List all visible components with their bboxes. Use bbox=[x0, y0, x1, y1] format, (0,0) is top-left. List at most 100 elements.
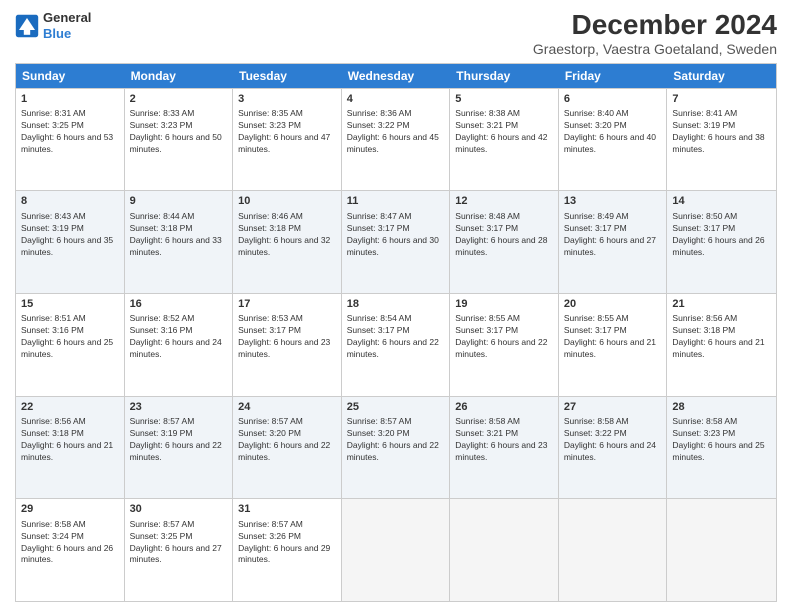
day-cell-30: 30 Sunrise: 8:57 AM Sunset: 3:25 PM Dayl… bbox=[125, 499, 234, 601]
daylight-label: Daylight: 6 hours and 27 minutes. bbox=[564, 235, 656, 257]
day-number: 9 bbox=[130, 194, 228, 209]
day-number: 14 bbox=[672, 194, 771, 209]
day-cell-19: 19 Sunrise: 8:55 AM Sunset: 3:17 PM Dayl… bbox=[450, 294, 559, 396]
day-number: 2 bbox=[130, 92, 228, 107]
sunrise-label: Sunrise: 8:58 AM bbox=[672, 416, 737, 426]
daylight-label: Daylight: 6 hours and 45 minutes. bbox=[347, 132, 439, 154]
sunrise-label: Sunrise: 8:33 AM bbox=[130, 108, 195, 118]
sunset-label: Sunset: 3:17 PM bbox=[455, 325, 518, 335]
sunset-label: Sunset: 3:23 PM bbox=[672, 428, 735, 438]
day-cell-6: 6 Sunrise: 8:40 AM Sunset: 3:20 PM Dayli… bbox=[559, 89, 668, 191]
daylight-label: Daylight: 6 hours and 22 minutes. bbox=[238, 440, 330, 462]
daylight-label: Daylight: 6 hours and 21 minutes. bbox=[21, 440, 113, 462]
day-cell-15: 15 Sunrise: 8:51 AM Sunset: 3:16 PM Dayl… bbox=[16, 294, 125, 396]
day-number: 3 bbox=[238, 92, 336, 107]
header-day-wednesday: Wednesday bbox=[342, 64, 451, 88]
daylight-label: Daylight: 6 hours and 21 minutes. bbox=[672, 337, 764, 359]
sunset-label: Sunset: 3:17 PM bbox=[564, 223, 627, 233]
daylight-label: Daylight: 6 hours and 23 minutes. bbox=[238, 337, 330, 359]
day-cell-12: 12 Sunrise: 8:48 AM Sunset: 3:17 PM Dayl… bbox=[450, 191, 559, 293]
day-cell-26: 26 Sunrise: 8:58 AM Sunset: 3:21 PM Dayl… bbox=[450, 397, 559, 499]
day-number: 27 bbox=[564, 400, 662, 415]
day-number: 12 bbox=[455, 194, 553, 209]
sunrise-label: Sunrise: 8:57 AM bbox=[130, 416, 195, 426]
sunrise-label: Sunrise: 8:58 AM bbox=[564, 416, 629, 426]
week-row-1: 1 Sunrise: 8:31 AM Sunset: 3:25 PM Dayli… bbox=[16, 88, 776, 191]
day-number: 18 bbox=[347, 297, 445, 312]
day-number: 21 bbox=[672, 297, 771, 312]
day-cell-13: 13 Sunrise: 8:49 AM Sunset: 3:17 PM Dayl… bbox=[559, 191, 668, 293]
day-cell-31: 31 Sunrise: 8:57 AM Sunset: 3:26 PM Dayl… bbox=[233, 499, 342, 601]
calendar-body: 1 Sunrise: 8:31 AM Sunset: 3:25 PM Dayli… bbox=[16, 88, 776, 601]
sunset-label: Sunset: 3:24 PM bbox=[21, 531, 84, 541]
day-number: 17 bbox=[238, 297, 336, 312]
daylight-label: Daylight: 6 hours and 25 minutes. bbox=[21, 337, 113, 359]
day-cell-18: 18 Sunrise: 8:54 AM Sunset: 3:17 PM Dayl… bbox=[342, 294, 451, 396]
day-cell-8: 8 Sunrise: 8:43 AM Sunset: 3:19 PM Dayli… bbox=[16, 191, 125, 293]
sunset-label: Sunset: 3:20 PM bbox=[347, 428, 410, 438]
sunrise-label: Sunrise: 8:51 AM bbox=[21, 313, 86, 323]
daylight-label: Daylight: 6 hours and 26 minutes. bbox=[21, 543, 113, 565]
day-cell-24: 24 Sunrise: 8:57 AM Sunset: 3:20 PM Dayl… bbox=[233, 397, 342, 499]
daylight-label: Daylight: 6 hours and 28 minutes. bbox=[455, 235, 547, 257]
day-number: 29 bbox=[21, 502, 119, 517]
daylight-label: Daylight: 6 hours and 47 minutes. bbox=[238, 132, 330, 154]
logo: General Blue bbox=[15, 10, 91, 41]
sunset-label: Sunset: 3:19 PM bbox=[21, 223, 84, 233]
daylight-label: Daylight: 6 hours and 22 minutes. bbox=[455, 337, 547, 359]
day-number: 20 bbox=[564, 297, 662, 312]
day-number: 30 bbox=[130, 502, 228, 517]
sunrise-label: Sunrise: 8:56 AM bbox=[672, 313, 737, 323]
day-cell-10: 10 Sunrise: 8:46 AM Sunset: 3:18 PM Dayl… bbox=[233, 191, 342, 293]
day-number: 8 bbox=[21, 194, 119, 209]
sunrise-label: Sunrise: 8:57 AM bbox=[238, 416, 303, 426]
sunrise-label: Sunrise: 8:54 AM bbox=[347, 313, 412, 323]
daylight-label: Daylight: 6 hours and 35 minutes. bbox=[21, 235, 113, 257]
sunrise-label: Sunrise: 8:50 AM bbox=[672, 211, 737, 221]
daylight-label: Daylight: 6 hours and 29 minutes. bbox=[238, 543, 330, 565]
day-cell-21: 21 Sunrise: 8:56 AM Sunset: 3:18 PM Dayl… bbox=[667, 294, 776, 396]
sunset-label: Sunset: 3:17 PM bbox=[455, 223, 518, 233]
day-number: 15 bbox=[21, 297, 119, 312]
sunrise-label: Sunrise: 8:57 AM bbox=[130, 519, 195, 529]
daylight-label: Daylight: 6 hours and 33 minutes. bbox=[130, 235, 222, 257]
sunset-label: Sunset: 3:25 PM bbox=[130, 531, 193, 541]
daylight-label: Daylight: 6 hours and 32 minutes. bbox=[238, 235, 330, 257]
daylight-label: Daylight: 6 hours and 53 minutes. bbox=[21, 132, 113, 154]
week-row-5: 29 Sunrise: 8:58 AM Sunset: 3:24 PM Dayl… bbox=[16, 498, 776, 601]
daylight-label: Daylight: 6 hours and 22 minutes. bbox=[130, 440, 222, 462]
daylight-label: Daylight: 6 hours and 38 minutes. bbox=[672, 132, 764, 154]
daylight-label: Daylight: 6 hours and 23 minutes. bbox=[455, 440, 547, 462]
sunset-label: Sunset: 3:17 PM bbox=[564, 325, 627, 335]
day-cell-7: 7 Sunrise: 8:41 AM Sunset: 3:19 PM Dayli… bbox=[667, 89, 776, 191]
day-number: 23 bbox=[130, 400, 228, 415]
day-number: 31 bbox=[238, 502, 336, 517]
day-cell-20: 20 Sunrise: 8:55 AM Sunset: 3:17 PM Dayl… bbox=[559, 294, 668, 396]
sunset-label: Sunset: 3:20 PM bbox=[564, 120, 627, 130]
sunrise-label: Sunrise: 8:55 AM bbox=[564, 313, 629, 323]
sunset-label: Sunset: 3:17 PM bbox=[347, 223, 410, 233]
day-number: 5 bbox=[455, 92, 553, 107]
sunrise-label: Sunrise: 8:52 AM bbox=[130, 313, 195, 323]
sunset-label: Sunset: 3:17 PM bbox=[347, 325, 410, 335]
sunrise-label: Sunrise: 8:57 AM bbox=[238, 519, 303, 529]
day-cell-28: 28 Sunrise: 8:58 AM Sunset: 3:23 PM Dayl… bbox=[667, 397, 776, 499]
sunrise-label: Sunrise: 8:43 AM bbox=[21, 211, 86, 221]
daylight-label: Daylight: 6 hours and 27 minutes. bbox=[130, 543, 222, 565]
header-day-thursday: Thursday bbox=[450, 64, 559, 88]
day-cell-3: 3 Sunrise: 8:35 AM Sunset: 3:23 PM Dayli… bbox=[233, 89, 342, 191]
week-row-4: 22 Sunrise: 8:56 AM Sunset: 3:18 PM Dayl… bbox=[16, 396, 776, 499]
header-day-sunday: Sunday bbox=[16, 64, 125, 88]
sunrise-label: Sunrise: 8:58 AM bbox=[21, 519, 86, 529]
daylight-label: Daylight: 6 hours and 21 minutes. bbox=[564, 337, 656, 359]
sunset-label: Sunset: 3:16 PM bbox=[130, 325, 193, 335]
sunset-label: Sunset: 3:25 PM bbox=[21, 120, 84, 130]
sunrise-label: Sunrise: 8:40 AM bbox=[564, 108, 629, 118]
sunset-label: Sunset: 3:17 PM bbox=[672, 223, 735, 233]
sunrise-label: Sunrise: 8:38 AM bbox=[455, 108, 520, 118]
daylight-label: Daylight: 6 hours and 24 minutes. bbox=[130, 337, 222, 359]
header-day-saturday: Saturday bbox=[667, 64, 776, 88]
day-number: 4 bbox=[347, 92, 445, 107]
sunrise-label: Sunrise: 8:36 AM bbox=[347, 108, 412, 118]
sunset-label: Sunset: 3:20 PM bbox=[238, 428, 301, 438]
